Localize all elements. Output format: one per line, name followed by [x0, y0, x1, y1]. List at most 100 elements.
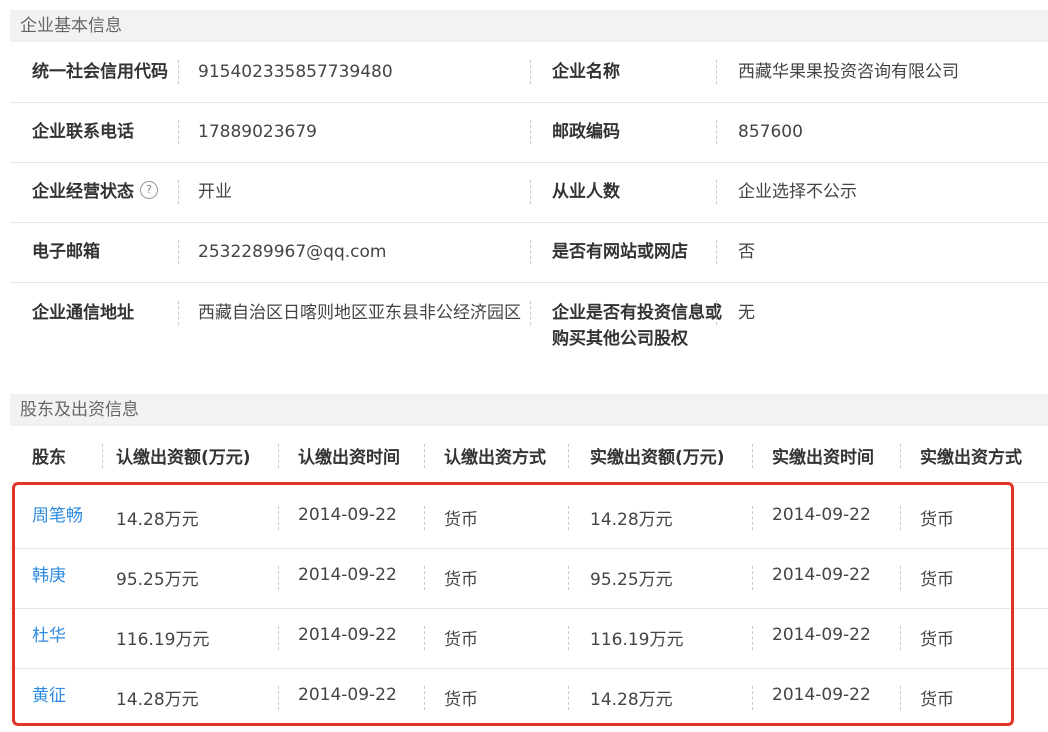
divider [278, 566, 279, 590]
paid-date: 2014-09-22 [772, 625, 871, 645]
divider [900, 444, 901, 468]
paid-date: 2014-09-22 [772, 505, 871, 525]
paid-amount: 14.28万元 [590, 510, 673, 530]
col-header-paid-method: 实缴出资方式 [920, 448, 1022, 468]
divider [716, 240, 717, 264]
subscribed-amount: 95.25万元 [116, 570, 199, 590]
employee-count-label: 从业人数 [552, 182, 620, 202]
divider [178, 120, 179, 144]
subscribed-amount: 14.28万元 [116, 690, 199, 710]
email-value: 2532289967@qq.com [198, 242, 387, 262]
investment-label: 企业是否有投资信息或购买其他公司股权 [552, 303, 722, 349]
divider [716, 60, 717, 84]
phone-label: 企业联系电话 [32, 122, 134, 142]
divider [178, 180, 179, 204]
credit-code-label: 统一社会信用代码 [32, 62, 168, 82]
shareholder-link[interactable]: 杜华 [32, 621, 66, 646]
basic-info-section-title: 企业基本信息 [10, 10, 1048, 42]
info-row: 电子邮箱 2532289967@qq.com 是否有网站或网店 否 [10, 222, 1048, 283]
divider [752, 506, 753, 530]
business-status-label-text: 企业经营状态 [32, 182, 134, 202]
divider [900, 566, 901, 590]
investment-value: 无 [738, 303, 755, 323]
info-row: 统一社会信用代码 915402335857739480 企业名称 西藏华果果投资… [10, 42, 1048, 103]
divider [424, 506, 425, 530]
shareholder-link[interactable]: 黄征 [32, 681, 66, 706]
divider [568, 506, 569, 530]
credit-code-value: 915402335857739480 [198, 62, 393, 82]
phone-value: 17889023679 [198, 122, 317, 142]
employee-count-value: 企业选择不公示 [738, 182, 857, 202]
divider [530, 301, 531, 325]
subscribed-method: 货币 [444, 570, 478, 590]
col-header-paid-date: 实缴出资时间 [772, 448, 874, 468]
divider [568, 686, 569, 710]
paid-method: 货币 [920, 510, 954, 530]
subscribed-date: 2014-09-22 [298, 685, 397, 705]
paid-method: 货币 [920, 630, 954, 650]
paid-date: 2014-09-22 [772, 685, 871, 705]
info-row: 企业通信地址 西藏自治区日喀则地区亚东县非公经济园区 企业是否有投资信息或购买其… [10, 282, 1048, 366]
divider [530, 60, 531, 84]
table-row: 韩庚 95.25万元 2014-09-22 货币 95.25万元 2014-09… [10, 548, 1048, 609]
col-header-subscribed-amount: 认缴出资额(万元) [116, 448, 251, 468]
col-header-paid-amount: 实缴出资额(万元) [590, 448, 725, 468]
subscribed-amount: 14.28万元 [116, 510, 199, 530]
paid-method: 货币 [920, 570, 954, 590]
postal-code-label: 邮政编码 [552, 122, 620, 142]
table-row: 杜华 116.19万元 2014-09-22 货币 116.19万元 2014-… [10, 608, 1048, 669]
divider [178, 240, 179, 264]
divider [530, 240, 531, 264]
divider [900, 626, 901, 650]
divider [278, 506, 279, 530]
divider [278, 444, 279, 468]
divider [424, 566, 425, 590]
divider [752, 444, 753, 468]
divider [568, 566, 569, 590]
divider [900, 686, 901, 710]
divider [178, 60, 179, 84]
divider [716, 120, 717, 144]
question-icon[interactable]: ? [140, 181, 158, 199]
subscribed-date: 2014-09-22 [298, 565, 397, 585]
business-status-label: 企业经营状态? [32, 179, 158, 205]
col-header-subscribed-method: 认缴出资方式 [444, 448, 546, 468]
divider [716, 180, 717, 204]
shareholder-link[interactable]: 韩庚 [32, 561, 66, 586]
subscribed-amount: 116.19万元 [116, 630, 210, 650]
divider [102, 444, 103, 468]
divider [752, 686, 753, 710]
paid-date: 2014-09-22 [772, 565, 871, 585]
col-header-shareholder: 股东 [32, 448, 66, 468]
divider [900, 506, 901, 530]
divider [568, 444, 569, 468]
website-label: 是否有网站或网店 [552, 242, 688, 262]
col-header-subscribed-date: 认缴出资时间 [298, 448, 400, 468]
subscribed-date: 2014-09-22 [298, 625, 397, 645]
divider [178, 301, 179, 325]
paid-amount: 116.19万元 [590, 630, 684, 650]
address-value: 西藏自治区日喀则地区亚东县非公经济园区 [198, 303, 521, 323]
paid-amount: 95.25万元 [590, 570, 673, 590]
divider [278, 686, 279, 710]
email-label: 电子邮箱 [32, 242, 100, 262]
divider [424, 444, 425, 468]
postal-code-value: 857600 [738, 122, 803, 142]
info-row: 企业经营状态? 开业 从业人数 企业选择不公示 [10, 162, 1048, 223]
divider [424, 686, 425, 710]
divider [424, 626, 425, 650]
info-row: 企业联系电话 17889023679 邮政编码 857600 [10, 102, 1048, 163]
subscribed-method: 货币 [444, 510, 478, 530]
table-row: 黄征 14.28万元 2014-09-22 货币 14.28万元 2014-09… [10, 668, 1048, 728]
divider [716, 301, 717, 325]
divider [530, 180, 531, 204]
paid-method: 货币 [920, 690, 954, 710]
subscribed-method: 货币 [444, 630, 478, 650]
subscribed-method: 货币 [444, 690, 478, 710]
business-status-value: 开业 [198, 182, 232, 202]
shareholder-link[interactable]: 周笔畅 [32, 501, 83, 526]
shareholder-section-title: 股东及出资信息 [10, 394, 1048, 426]
divider [752, 626, 753, 650]
shareholder-table-header: 股东 认缴出资额(万元) 认缴出资时间 认缴出资方式 实缴出资额(万元) 实缴出… [10, 430, 1048, 483]
divider [530, 120, 531, 144]
